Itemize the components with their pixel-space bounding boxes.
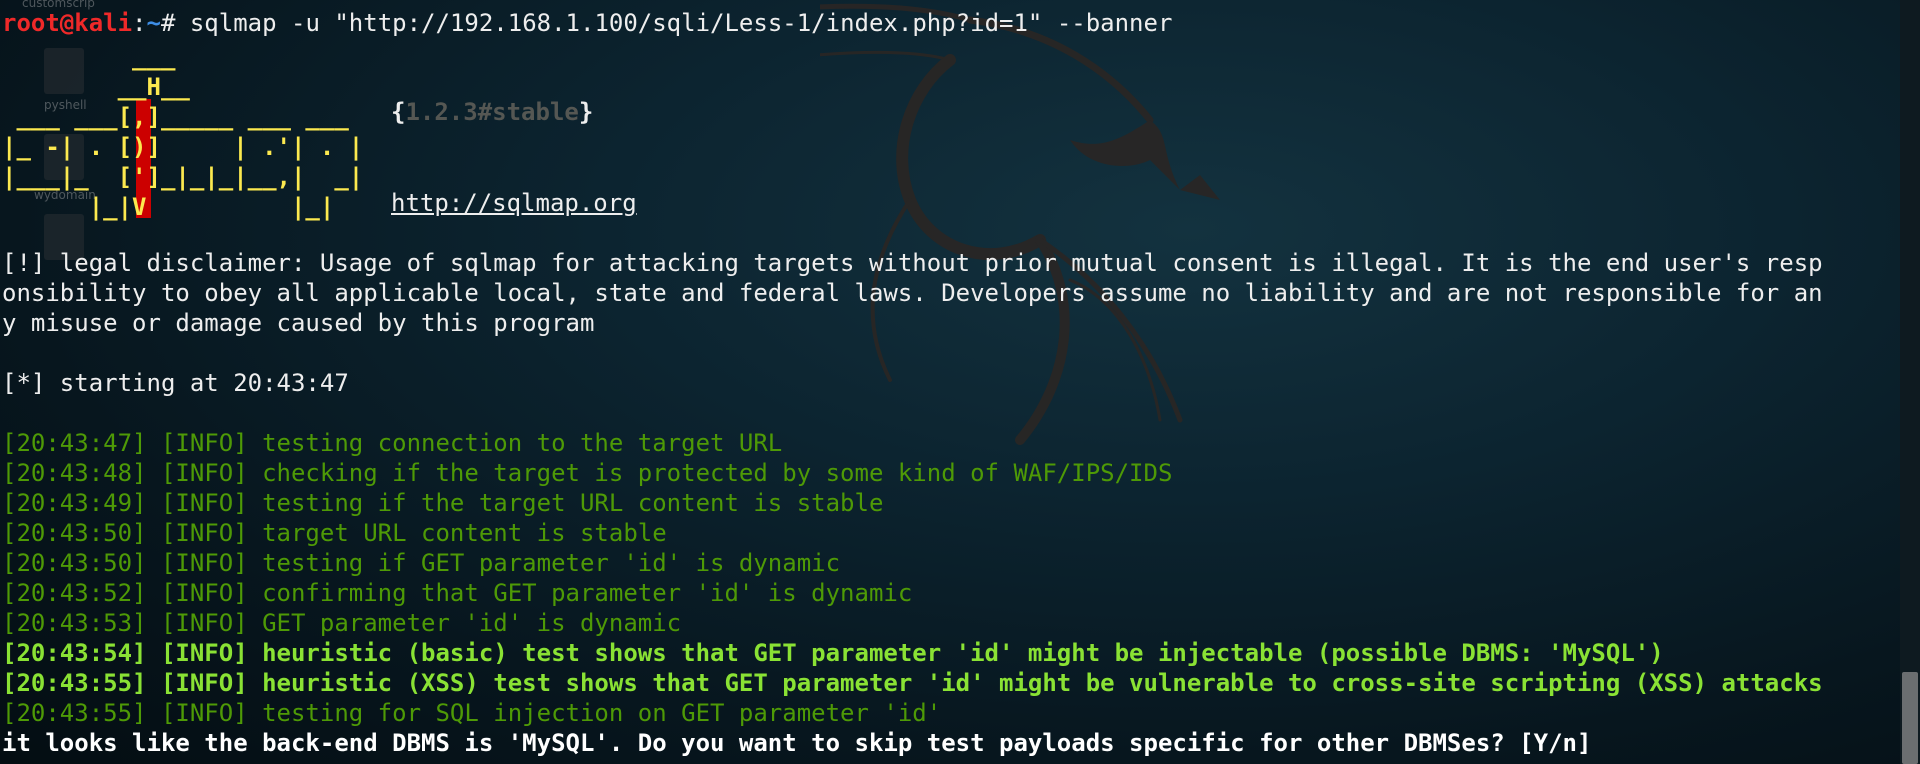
version-brace-open: { — [391, 98, 406, 126]
log-line-highlight: [20:43:54] [INFO] heuristic (basic) test… — [2, 639, 1664, 667]
sqlmap-url-link[interactable]: http://sqlmap.org — [391, 188, 637, 218]
scrollbar-thumb[interactable] — [1902, 672, 1918, 764]
dbms-skip-prompt[interactable]: it looks like the back-end DBMS is 'MySQ… — [2, 728, 1591, 758]
log-line: [20:43:52] [INFO] confirming that GET pa… — [2, 579, 913, 607]
log-line: [20:43:47] [INFO] testing connection to … — [2, 429, 783, 457]
prompt-separator: : — [132, 9, 147, 37]
prompt-path: ~ — [146, 9, 161, 37]
prompt-symbol: # — [160, 9, 190, 37]
log-line: [20:43:50] [INFO] target URL content is … — [2, 519, 667, 547]
terminal-window[interactable]: root@kali:~# sqlmap -u "http://192.168.1… — [0, 0, 1900, 764]
log-line: [20:43:50] [INFO] testing if GET paramet… — [2, 549, 841, 577]
start-line: [*] starting at 20:43:47 — [2, 369, 349, 397]
prompt-user: root@kali — [2, 9, 133, 37]
log-line-highlight: [20:43:55] [INFO] heuristic (XSS) test s… — [2, 669, 1823, 697]
log-line: [20:43:48] [INFO] checking if the target… — [2, 459, 1173, 487]
version-brace-close: } — [578, 98, 594, 126]
command-line: root@kali:~# sqlmap -u "http://192.168.1… — [2, 8, 1172, 38]
log-line: [20:43:55] [INFO] testing for SQL inject… — [2, 699, 942, 727]
terminal-scrollbar[interactable] — [1900, 0, 1920, 764]
sqlmap-ascii-banner: ___ __H__ ___ ___[,]_____ ___ ___ |_ -| … — [2, 43, 364, 221]
command-text: sqlmap -u "http://192.168.1.100/sqli/Les… — [189, 9, 1173, 37]
version-line: {1.2.3#stable} — [391, 97, 593, 127]
disclaimer-line: onsibility to obey all applicable local,… — [2, 279, 1823, 307]
log-line: [20:43:53] [INFO] GET parameter 'id' is … — [2, 609, 682, 637]
disclaimer-line: y misuse or damage caused by this progra… — [2, 309, 595, 337]
version-text: 1.2.3#stable — [405, 98, 579, 126]
log-line: [20:43:49] [INFO] testing if the target … — [2, 489, 884, 517]
disclaimer-line: [!] legal disclaimer: Usage of sqlmap fo… — [2, 249, 1823, 277]
